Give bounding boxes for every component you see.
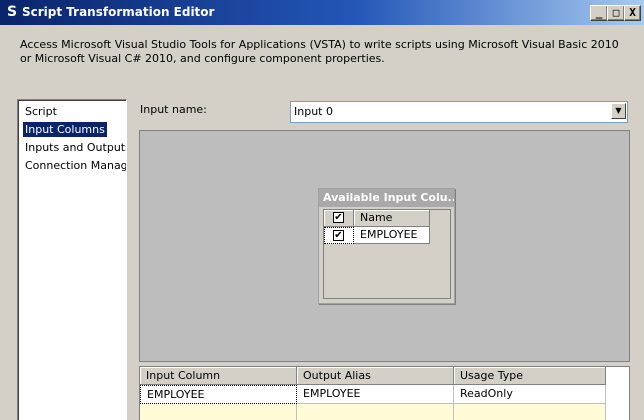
available-input-columns-window[interactable]: Available Input Colu... ✔ Name ✔ EMPLOYE… <box>318 188 455 304</box>
nav-item-inputs-and-outputs[interactable]: Inputs and Outputs <box>23 140 126 155</box>
name-column-header[interactable]: Name <box>354 210 430 227</box>
table-row-output-alias[interactable]: EMPLOYEE <box>297 385 454 404</box>
input-name-label: Input name: <box>140 103 207 116</box>
table-row-input-column[interactable]: EMPLOYEE <box>140 385 297 404</box>
output-alias-header[interactable]: Output Alias <box>297 367 454 385</box>
title-bar[interactable]: S Script Transformation Editor _ □ X <box>0 0 644 25</box>
table-row-usage-type[interactable]: ReadOnly <box>454 385 606 404</box>
new-row-output-alias[interactable] <box>297 404 454 420</box>
select-all-checkbox[interactable]: ✔ <box>333 212 344 223</box>
close-button[interactable]: X <box>624 5 641 21</box>
row-checkbox-cell[interactable]: ✔ <box>324 227 354 244</box>
description-text: Access Microsoft Visual Studio Tools for… <box>20 38 619 65</box>
employee-column-name[interactable]: EMPLOYEE <box>354 227 430 244</box>
input-column-header[interactable]: Input Column <box>140 367 297 385</box>
nav-item-script[interactable]: Script <box>23 104 59 119</box>
nav-item-connection-managers[interactable]: Connection Managers <box>23 158 126 173</box>
input-column-mapping-table: Input Column Output Alias Usage Type EMP… <box>139 366 630 420</box>
window-title: Script Transformation Editor <box>22 5 215 19</box>
script-app-icon: S <box>6 4 18 20</box>
page-nav-list: Script Input Columns Inputs and Outputs … <box>17 99 127 420</box>
input-name-dropdown[interactable]: Input 0 ▼ <box>290 101 628 123</box>
minimize-button[interactable]: _ <box>590 5 608 21</box>
maximize-button[interactable]: □ <box>607 5 625 21</box>
dropdown-arrow-icon[interactable]: ▼ <box>611 103 626 119</box>
select-all-header[interactable]: ✔ <box>324 210 354 227</box>
nav-item-input-columns[interactable]: Input Columns <box>23 122 107 137</box>
new-row-input-column[interactable] <box>140 404 297 420</box>
available-columns-grid: ✔ Name ✔ EMPLOYEE <box>323 209 451 299</box>
employee-checkbox[interactable]: ✔ <box>333 230 344 241</box>
available-columns-title[interactable]: Available Input Colu... <box>319 189 454 207</box>
usage-type-header[interactable]: Usage Type <box>454 367 606 385</box>
new-row-usage-type[interactable] <box>454 404 606 420</box>
input-name-value: Input 0 <box>294 105 333 118</box>
